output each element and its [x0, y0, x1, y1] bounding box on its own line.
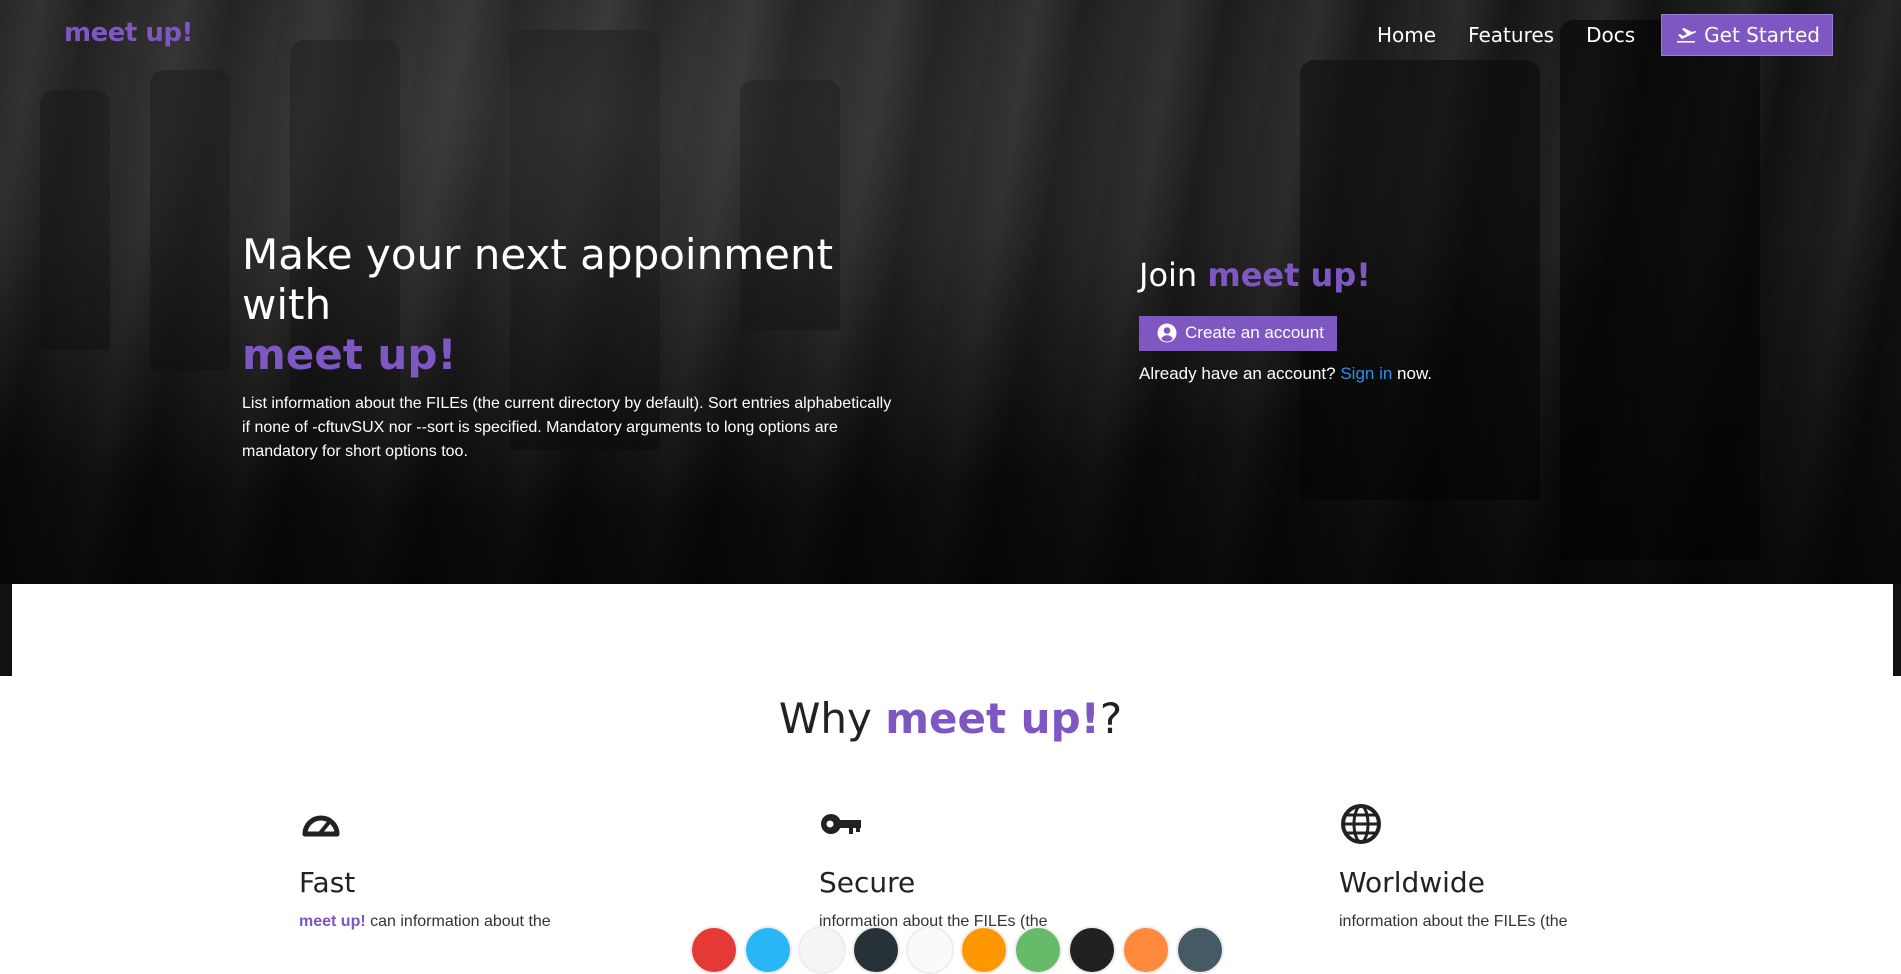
- feature-text: information about the FILEs (the: [1339, 913, 1568, 930]
- feature-title: Worldwide: [1339, 866, 1485, 899]
- top-nav: Home Features Docs Get Started: [1345, 14, 1833, 56]
- feature-text: meet up! can information about the: [299, 913, 619, 931]
- feature-fast: Fast meet up! can information about the: [299, 802, 619, 931]
- hero-title: Make your next appoinment with meet up!: [242, 230, 922, 380]
- integration-icon[interactable]: [744, 926, 792, 974]
- feature-title: Secure: [819, 866, 916, 899]
- band-edge: [1893, 584, 1901, 676]
- band-edge: [0, 584, 12, 676]
- signin-prefix: Already have an account?: [1139, 364, 1336, 383]
- nav-features-link[interactable]: Features: [1468, 23, 1554, 47]
- nav-docs-link[interactable]: Docs: [1586, 23, 1635, 47]
- feature-worldwide: Worldwide information about the FILEs (t…: [1339, 802, 1659, 931]
- get-started-label: Get Started: [1704, 23, 1820, 47]
- join-panel: Join meet up! Create an account Already …: [1139, 256, 1432, 384]
- feature-secure: Secure information about the FILEs (the: [819, 802, 1139, 931]
- why-suffix: ?: [1099, 694, 1123, 743]
- why-prefix: Why: [778, 694, 872, 743]
- why-accent: meet up!: [885, 694, 1100, 743]
- get-started-button[interactable]: Get Started: [1661, 14, 1833, 56]
- integration-icon[interactable]: [1068, 926, 1116, 974]
- hero-section: meet up! Home Features Docs Get Started …: [0, 0, 1901, 584]
- join-title-prefix: Join: [1139, 256, 1198, 294]
- signin-link[interactable]: Sign in: [1340, 364, 1392, 383]
- user-circle-icon: [1157, 323, 1177, 343]
- plane-departure-icon: [1677, 28, 1697, 43]
- create-account-button[interactable]: Create an account: [1139, 316, 1337, 351]
- integration-icon[interactable]: [960, 926, 1008, 974]
- speedometer-icon: [302, 815, 340, 837]
- create-account-label: Create an account: [1185, 323, 1324, 342]
- signin-suffix: now.: [1397, 364, 1433, 383]
- hero-description: List information about the FILEs (the cu…: [242, 395, 892, 460]
- integration-icon[interactable]: [852, 926, 900, 974]
- integration-icon[interactable]: [1014, 926, 1062, 974]
- integration-icon[interactable]: [1122, 926, 1170, 974]
- feature-title: Fast: [299, 866, 356, 899]
- brand-logo[interactable]: meet up!: [64, 18, 193, 48]
- feature-text-accent: meet up!: [299, 913, 366, 930]
- join-title: Join meet up!: [1139, 256, 1432, 294]
- hero-title-accent: meet up!: [242, 330, 457, 379]
- key-icon: [821, 814, 861, 834]
- signin-line: Already have an account? Sign in now.: [1139, 364, 1432, 384]
- feature-text-body: can information about the: [370, 913, 551, 930]
- join-title-accent: meet up!: [1207, 256, 1371, 294]
- integration-icon[interactable]: [906, 926, 954, 974]
- integration-icon[interactable]: [798, 926, 846, 974]
- integration-icon[interactable]: [1176, 926, 1224, 974]
- nav-home-link[interactable]: Home: [1377, 23, 1436, 47]
- why-heading: Why meet up!?: [0, 694, 1901, 743]
- hero-headline-block: Make your next appoinment with meet up! …: [242, 230, 922, 464]
- white-band: [12, 584, 1893, 676]
- hero-title-prefix: Make your next appoinment with: [242, 230, 834, 329]
- integration-icon[interactable]: [690, 926, 738, 974]
- globe-icon: [1341, 804, 1381, 844]
